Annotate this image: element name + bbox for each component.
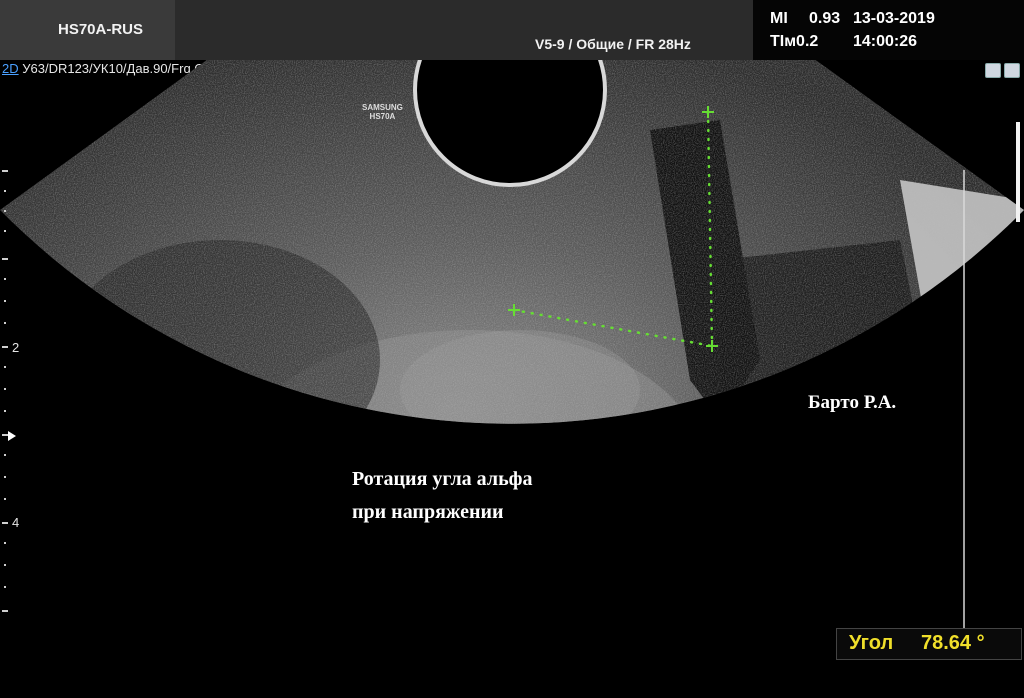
ti-value: TIм0.2 [770,33,819,50]
angle-measurement-box: Угол 78.64 ° [836,628,1022,660]
device-panel: HS70A-RUS [0,0,175,60]
depth-label-2: 2 [12,340,20,355]
exam-date: 13-03-2019 [853,10,935,27]
focus-marker-icon [8,431,16,441]
angle-value: 78.64 ° [921,632,985,654]
caption-line-1: Ротация угла альфа [352,468,533,490]
mi-label: MI [770,10,788,27]
angle-label: Угол [849,632,894,654]
ultrasound-image [0,60,1024,630]
info-panel [753,0,1024,60]
top-bar: HS70A-RUS V5-9 / Общие / FR 28Hz MI 0.93… [0,0,1024,60]
mi-value: 0.93 [809,10,841,27]
brand-logo: SAMSUNG HS70A [362,103,403,121]
device-name: HS70A-RUS [58,21,144,38]
exam-time: 14:00:26 [853,33,918,50]
brand-line-2: HS70A [369,112,396,121]
caption-line-2: при напряжении [352,501,504,523]
preset-label: V5-9 / Общие / FR 28Hz [535,36,691,52]
brand-line-1: SAMSUNG [362,103,403,112]
gain-bar [1016,122,1020,222]
depth-scale [2,170,8,612]
author-annotation: Барто Р.А. [808,392,897,413]
depth-label-4: 4 [12,515,20,530]
